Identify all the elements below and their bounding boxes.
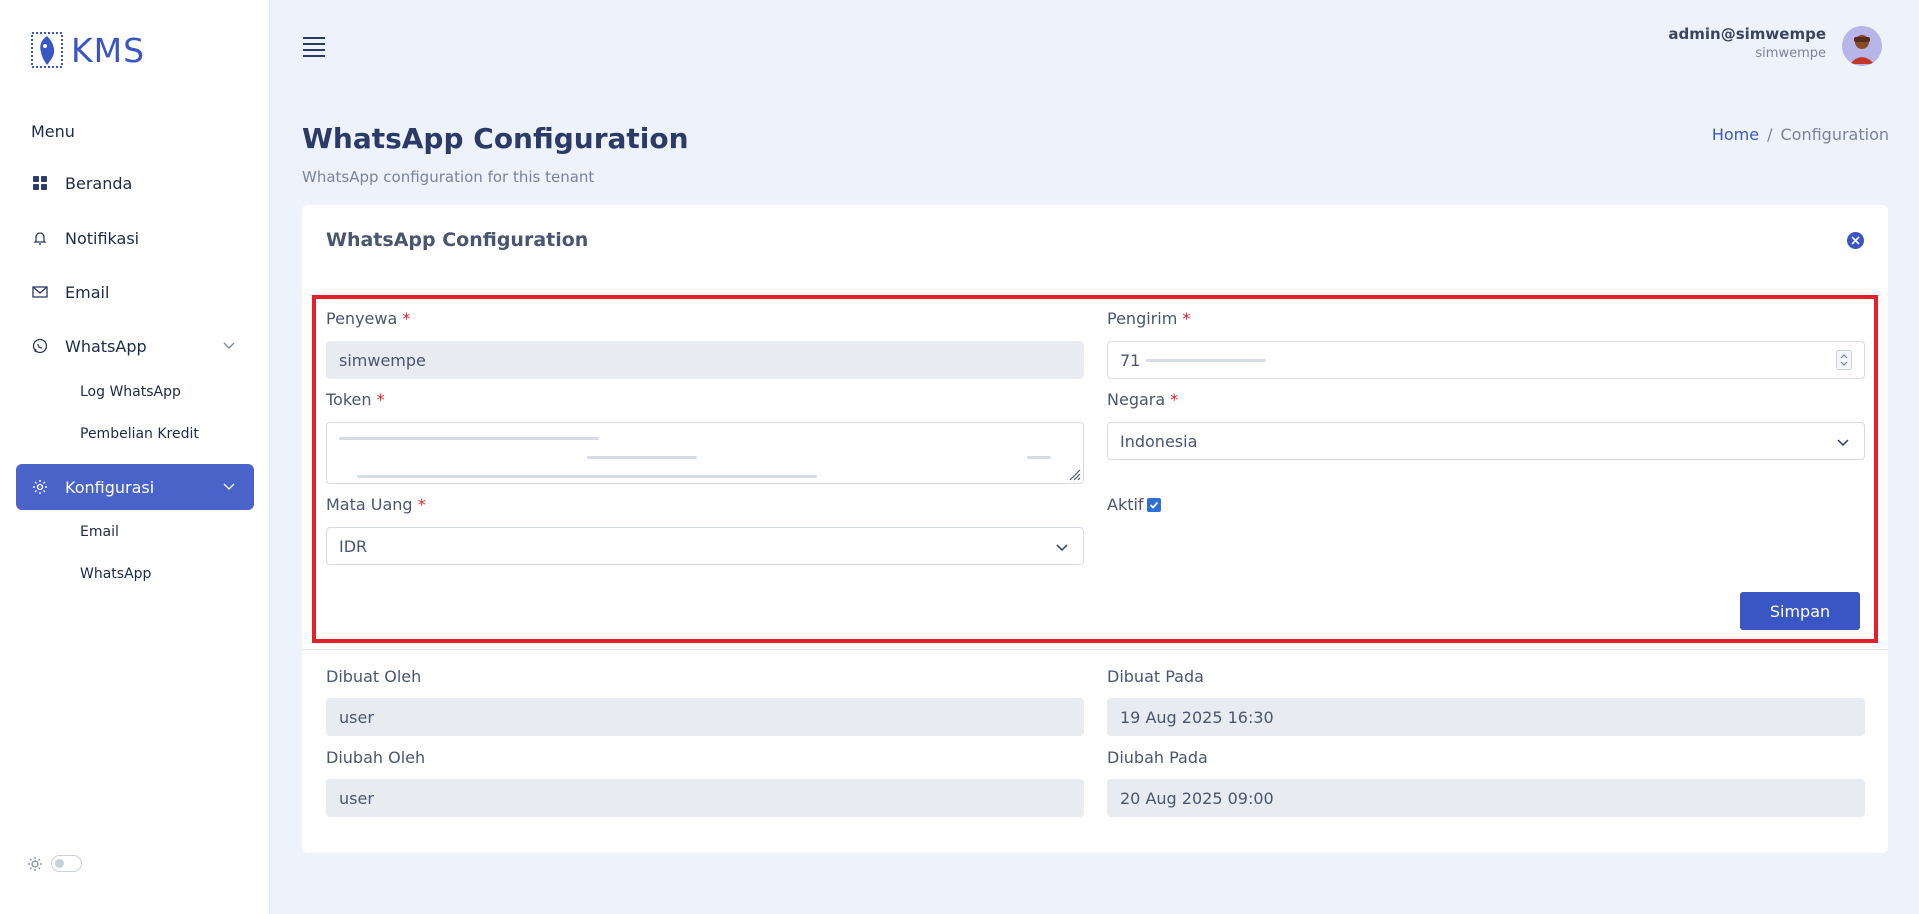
updated-by-field: user xyxy=(326,779,1084,817)
sidebar-item-whatsapp[interactable]: WhatsApp xyxy=(16,323,254,369)
number-stepper[interactable] xyxy=(1836,350,1852,370)
gear-icon xyxy=(31,478,49,496)
sidebar-item-beranda[interactable]: Beranda xyxy=(16,160,254,206)
sidebar-item-notifikasi[interactable]: Notifikasi xyxy=(16,215,254,261)
close-icon[interactable] xyxy=(1847,232,1864,249)
sidebar-subitem-config-email[interactable]: Email xyxy=(80,524,119,540)
chevron-down-icon xyxy=(1056,544,1068,552)
user-tenant: simwempe xyxy=(1755,46,1826,61)
chevron-down-icon xyxy=(223,483,235,490)
created-at-label: Dibuat Pada xyxy=(1107,667,1204,686)
tenant-field: simwempe xyxy=(326,341,1084,379)
config-card: WhatsApp Configuration Penyewa * simwemp… xyxy=(302,205,1888,853)
active-checkbox[interactable] xyxy=(1147,498,1161,512)
updated-by-label: Diubah Oleh xyxy=(326,748,426,767)
grid-icon xyxy=(31,174,49,192)
page-title: WhatsApp Configuration xyxy=(302,122,689,155)
kms-logo-icon xyxy=(31,32,63,68)
country-select[interactable]: Indonesia xyxy=(1107,422,1865,460)
sender-value: 71 xyxy=(1120,350,1141,370)
brand-logo[interactable]: KMS xyxy=(31,30,145,70)
avatar[interactable] xyxy=(1842,26,1882,66)
whatsapp-icon xyxy=(31,337,49,355)
token-textarea[interactable] xyxy=(326,422,1084,484)
card-title: WhatsApp Configuration xyxy=(326,229,589,251)
envelope-icon xyxy=(31,283,49,301)
updated-at-label: Diubah Pada xyxy=(1107,748,1208,767)
sidebar-subitem-log-whatsapp[interactable]: Log WhatsApp xyxy=(80,384,181,400)
active-label: Aktif xyxy=(1107,495,1144,514)
breadcrumb-current: Configuration xyxy=(1780,125,1889,144)
theme-toggle[interactable] xyxy=(27,855,82,872)
chevron-down-icon xyxy=(1837,439,1849,447)
sidebar-subitem-config-whatsapp[interactable]: WhatsApp xyxy=(80,566,151,582)
updated-at-field: 20 Aug 2025 09:00 xyxy=(1107,779,1865,817)
country-value: Indonesia xyxy=(1120,431,1198,451)
breadcrumb-home[interactable]: Home xyxy=(1712,125,1759,144)
menu-heading: Menu xyxy=(31,122,75,141)
sidebar-item-label: Notifikasi xyxy=(65,228,140,248)
divider xyxy=(302,649,1888,650)
currency-select[interactable]: IDR xyxy=(326,527,1084,565)
masked-text xyxy=(1146,359,1266,362)
sidebar-item-label: Beranda xyxy=(65,173,133,193)
user-info[interactable]: admin@simwempe simwempe xyxy=(1668,25,1826,61)
avatar-image xyxy=(1842,26,1882,66)
sidebar-item-label: WhatsApp xyxy=(65,336,147,356)
sidebar-subitem-pembelian-kredit[interactable]: Pembelian Kredit xyxy=(80,426,199,442)
hamburger-menu-icon[interactable] xyxy=(303,37,325,57)
breadcrumb: Home / Configuration xyxy=(1712,125,1889,144)
chevron-down-icon xyxy=(223,342,235,349)
sun-icon xyxy=(28,856,42,871)
save-button[interactable]: Simpan xyxy=(1740,592,1860,630)
currency-label: Mata Uang * xyxy=(326,495,426,514)
sidebar-item-label: Email xyxy=(65,282,110,302)
bell-icon xyxy=(31,229,49,247)
tenant-value: simwempe xyxy=(339,350,426,370)
page-subtitle: WhatsApp configuration for this tenant xyxy=(302,168,595,186)
sidebar-item-konfigurasi[interactable]: Konfigurasi xyxy=(16,464,254,510)
currency-value: IDR xyxy=(339,536,368,556)
theme-switch[interactable] xyxy=(51,855,82,872)
user-name: admin@simwempe xyxy=(1668,25,1826,43)
created-by-field: user xyxy=(326,698,1084,736)
created-by-label: Dibuat Oleh xyxy=(326,667,422,686)
country-label: Negara * xyxy=(1107,390,1179,409)
created-at-field: 19 Aug 2025 16:30 xyxy=(1107,698,1865,736)
sidebar: KMS Menu Beranda Notifikasi Email WhatsA… xyxy=(0,0,270,914)
sender-number-input[interactable]: 71 xyxy=(1107,341,1865,379)
brand-name: KMS xyxy=(71,30,146,70)
token-label: Token * xyxy=(326,390,385,409)
sender-label: Pengirim * xyxy=(1107,309,1191,328)
resize-handle-icon[interactable] xyxy=(1067,467,1081,481)
sidebar-item-email[interactable]: Email xyxy=(16,269,254,315)
breadcrumb-separator: / xyxy=(1767,125,1773,144)
sidebar-item-label: Konfigurasi xyxy=(65,477,155,497)
tenant-label: Penyewa * xyxy=(326,309,411,328)
